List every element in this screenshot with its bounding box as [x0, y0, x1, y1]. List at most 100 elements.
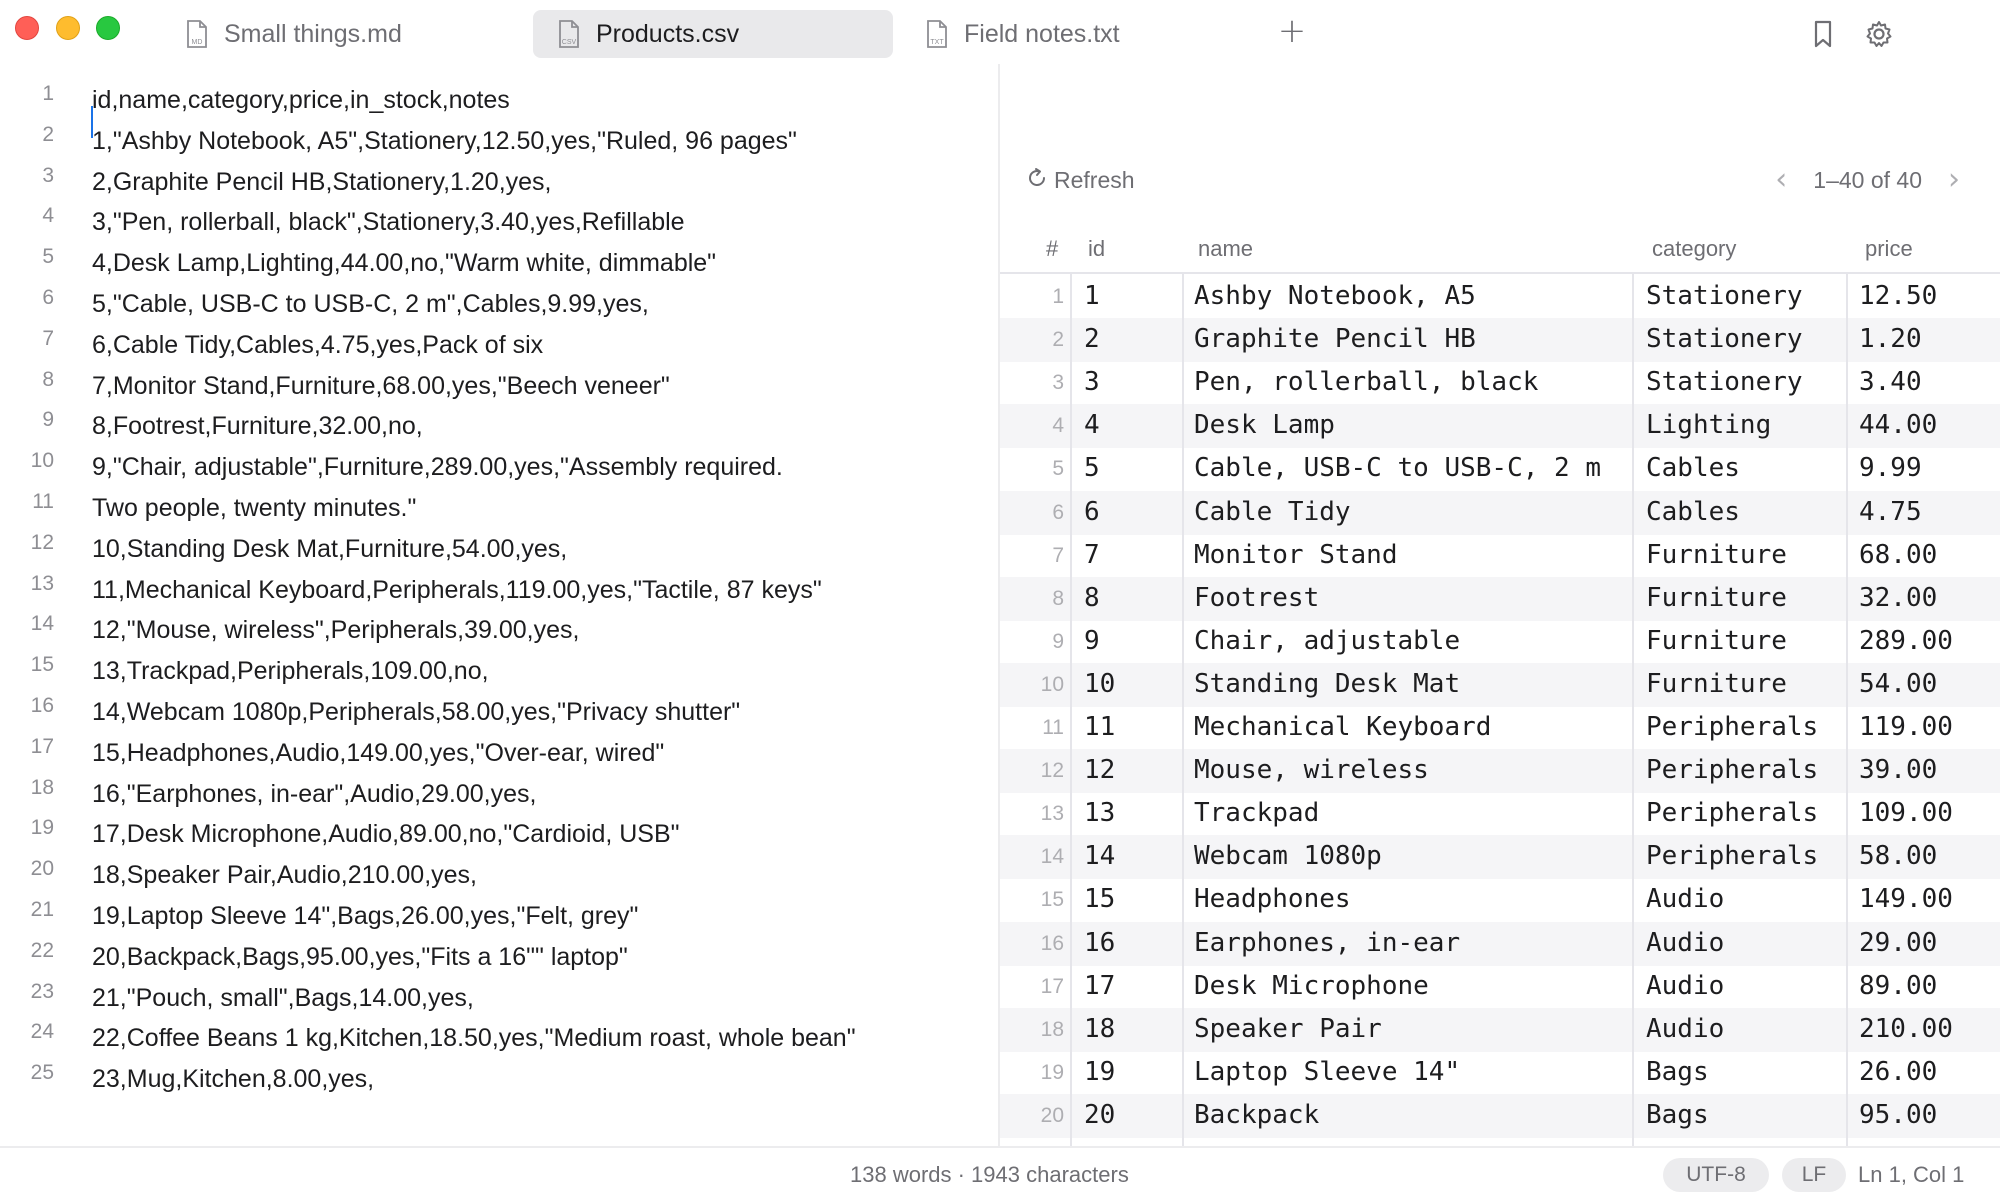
cell-id[interactable]: 17: [1084, 971, 1115, 1001]
cell-name[interactable]: Cable Tidy: [1194, 497, 1351, 527]
cell-price[interactable]: 89.00: [1859, 971, 1937, 1001]
editor-line[interactable]: 17 15,Headphones,Audio,149.00,yes,"Over-e…: [0, 735, 998, 776]
window-minimize-button[interactable]: [56, 16, 80, 40]
editor-line[interactable]: 4 3,"Pen, rollerball, black",Stationery,3…: [0, 204, 998, 245]
new-tab-button[interactable]: +: [1276, 14, 1308, 48]
editor-line[interactable]: 6 5,"Cable, USB-C to USB-C, 2 m",Cables,9…: [0, 286, 998, 327]
cell-name[interactable]: Chair, adjustable: [1194, 626, 1460, 656]
cell-id[interactable]: 6: [1084, 497, 1100, 527]
cell-id[interactable]: 2: [1084, 324, 1100, 354]
table-row[interactable]: 19 19 Laptop Sleeve 14" Bags 26.00: [1000, 1051, 2000, 1095]
table-row[interactable]: 11 11 Mechanical Keyboard Peripherals 119.00: [1000, 706, 2000, 750]
cell-category[interactable]: Cables: [1646, 497, 1740, 527]
table-row[interactable]: 17 17 Desk Microphone Audio 89.00: [1000, 965, 2000, 1009]
encoding-badge[interactable]: UTF-8: [1663, 1158, 1769, 1192]
chevron-left-icon[interactable]: ‹: [1775, 165, 1787, 195]
table-row[interactable]: 10 10 Standing Desk Mat Furniture 54.00: [1000, 662, 2000, 707]
cell-name[interactable]: Desk Lamp: [1194, 410, 1335, 440]
cell-price[interactable]: 3.40: [1859, 367, 1922, 397]
cell-name[interactable]: Cable, USB-C to USB-C, 2 m: [1194, 453, 1601, 483]
table-row[interactable]: 7 7 Monitor Stand Furniture 68.00: [1000, 534, 2000, 578]
cell-category[interactable]: Audio: [1646, 884, 1724, 914]
cell-id[interactable]: 16: [1084, 928, 1115, 958]
table-row[interactable]: 8 8 Footrest Furniture 32.00: [1000, 576, 2000, 621]
table-row[interactable]: 2 2 Graphite Pencil HB Stationery 1.20: [1000, 318, 2000, 363]
cell-price[interactable]: 210.00: [1859, 1014, 1953, 1044]
cell-id[interactable]: 14: [1084, 841, 1115, 871]
editor-line[interactable]: 14 12,"Mouse, wireless",Peripherals,39.00…: [0, 612, 998, 653]
cell-category[interactable]: Furniture: [1646, 583, 1787, 613]
cell-price[interactable]: 119.00: [1859, 712, 1953, 742]
text-editor[interactable]: 1 id,name,category,price,in_stock,notes 2 1…: [0, 64, 998, 1146]
cell-category[interactable]: Peripherals: [1646, 798, 1818, 828]
cell-id[interactable]: 1: [1084, 281, 1100, 311]
editor-line[interactable]: 1 id,name,category,price,in_stock,notes: [0, 82, 998, 123]
editor-line[interactable]: 5 4,Desk Lamp,Lighting,44.00,no,"Warm whi…: [0, 245, 998, 286]
cell-id[interactable]: 10: [1084, 669, 1115, 699]
editor-line[interactable]: 3 2,Graphite Pencil HB,Stationery,1.20,ye…: [0, 164, 998, 205]
cell-category[interactable]: Stationery: [1646, 281, 1803, 311]
table-row[interactable]: 16 16 Earphones, in-ear Audio 29.00: [1000, 921, 2000, 966]
cell-name[interactable]: Speaker Pair: [1194, 1014, 1382, 1044]
chevron-right-icon[interactable]: ›: [1948, 165, 1960, 195]
table-row[interactable]: 4 4 Desk Lamp Lighting 44.00: [1000, 404, 2000, 449]
cell-name[interactable]: Pen, rollerball, black: [1194, 367, 1538, 397]
cell-id[interactable]: 11: [1084, 712, 1115, 742]
editor-line[interactable]: 2 1,"Ashby Notebook, A5",Stationery,12.50…: [0, 123, 998, 164]
cell-category[interactable]: Bags: [1646, 1057, 1709, 1087]
cell-category[interactable]: Peripherals: [1646, 841, 1818, 871]
bookmark-icon[interactable]: [1810, 20, 1836, 48]
editor-line[interactable]: 18 16,"Earphones, in-ear",Audio,29.00,yes…: [0, 776, 998, 817]
table-row[interactable]: 5 5 Cable, USB-C to USB-C, 2 m Cables 9.99: [1000, 447, 2000, 491]
cell-id[interactable]: 9: [1084, 626, 1100, 656]
editor-line[interactable]: 13 11,Mechanical Keyboard,Peripherals,119…: [0, 572, 998, 613]
cell-name[interactable]: Headphones: [1194, 884, 1351, 914]
cell-category[interactable]: Audio: [1646, 1014, 1724, 1044]
table-row[interactable]: 6 6 Cable Tidy Cables 4.75: [1000, 490, 2000, 535]
window-maximize-button[interactable]: [96, 16, 120, 40]
table-row[interactable]: 15 15 Headphones Audio 149.00: [1000, 878, 2000, 922]
table-row[interactable]: 18 18 Speaker Pair Audio 210.00: [1000, 1007, 2000, 1052]
editor-line[interactable]: 23 21,"Pouch, small",Bags,14.00,yes,: [0, 980, 998, 1021]
cell-price[interactable]: 289.00: [1859, 626, 1953, 656]
table-row[interactable]: 12 12 Mouse, wireless Peripherals 39.00: [1000, 749, 2000, 794]
cell-category[interactable]: Cables: [1646, 453, 1740, 483]
cell-id[interactable]: 4: [1084, 410, 1100, 440]
cell-price[interactable]: 95.00: [1859, 1100, 1937, 1130]
cell-id[interactable]: 19: [1084, 1057, 1115, 1087]
cell-id[interactable]: 20: [1084, 1100, 1115, 1130]
cell-id[interactable]: 5: [1084, 453, 1100, 483]
cell-name[interactable]: Standing Desk Mat: [1194, 669, 1460, 699]
cell-price[interactable]: 12.50: [1859, 281, 1937, 311]
cell-price[interactable]: 58.00: [1859, 841, 1937, 871]
cell-name[interactable]: Mouse, wireless: [1194, 755, 1429, 785]
cell-name[interactable]: Monitor Stand: [1194, 540, 1398, 570]
cell-name[interactable]: Backpack: [1194, 1100, 1319, 1130]
cell-id[interactable]: 3: [1084, 367, 1100, 397]
cell-category[interactable]: Furniture: [1646, 626, 1787, 656]
editor-line[interactable]: 16 14,Webcam 1080p,Peripherals,58.00,yes,…: [0, 694, 998, 735]
cell-name[interactable]: Trackpad: [1194, 798, 1319, 828]
table-row[interactable]: 13 13 Trackpad Peripherals 109.00: [1000, 792, 2000, 836]
cell-category[interactable]: Stationery: [1646, 367, 1803, 397]
cursor-position[interactable]: Ln 1, Col 1: [1858, 1162, 1964, 1188]
editor-line[interactable]: 7 6,Cable Tidy,Cables,4.75,yes,Pack of si…: [0, 327, 998, 368]
tab-field-notes[interactable]: TXT Field notes.txt: [926, 10, 1226, 58]
cell-price[interactable]: 32.00: [1859, 583, 1937, 613]
cell-price[interactable]: 109.00: [1859, 798, 1953, 828]
cell-category[interactable]: Bags: [1646, 1100, 1709, 1130]
table-row[interactable]: 20 20 Backpack Bags 95.00: [1000, 1093, 2000, 1138]
editor-line[interactable]: 19 17,Desk Microphone,Audio,89.00,no,"Car…: [0, 816, 998, 857]
cell-id[interactable]: 12: [1084, 755, 1115, 785]
cell-category[interactable]: Peripherals: [1646, 712, 1818, 742]
cell-name[interactable]: Footrest: [1194, 583, 1319, 613]
editor-line[interactable]: 8 7,Monitor Stand,Furniture,68.00,yes,"Be…: [0, 368, 998, 409]
cell-price[interactable]: 29.00: [1859, 928, 1937, 958]
cell-name[interactable]: Graphite Pencil HB: [1194, 324, 1476, 354]
refresh-button[interactable]: Refresh: [1026, 164, 1135, 196]
editor-line[interactable]: 15 13,Trackpad,Peripherals,109.00,no,: [0, 653, 998, 694]
cell-id[interactable]: 7: [1084, 540, 1100, 570]
table-row[interactable]: 14 14 Webcam 1080p Peripherals 58.00: [1000, 835, 2000, 880]
cell-price[interactable]: 44.00: [1859, 410, 1937, 440]
cell-price[interactable]: 9.99: [1859, 453, 1922, 483]
